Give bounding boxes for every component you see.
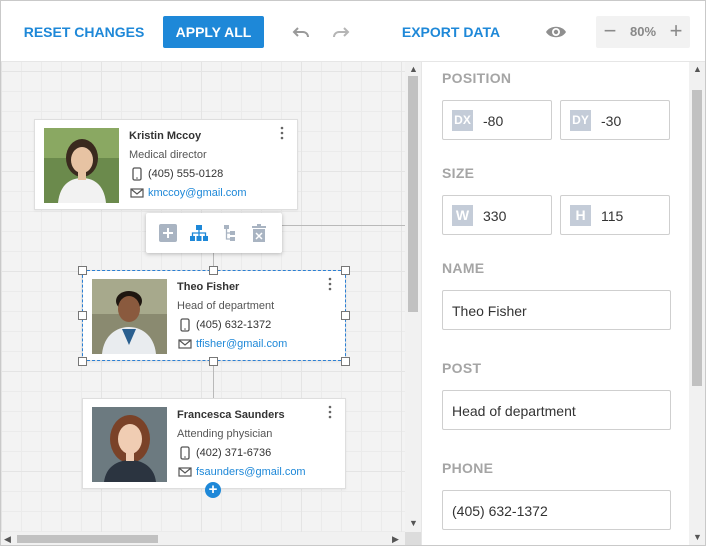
resize-handle[interactable]: [341, 266, 350, 275]
scroll-corner: [405, 532, 421, 545]
avatar: [92, 407, 167, 482]
post-input-value: Head of department: [452, 403, 576, 419]
apply-all-button[interactable]: APPLY ALL: [163, 16, 264, 48]
post-label: POST: [442, 360, 482, 376]
height-value: 115: [601, 208, 624, 224]
zoom-out-button[interactable]: −: [596, 16, 624, 48]
hierarchy-icon[interactable]: [190, 224, 208, 242]
resize-handle[interactable]: [209, 357, 218, 366]
dx-value: -80: [483, 113, 504, 129]
zoom-in-button[interactable]: +: [662, 16, 690, 48]
mail-icon: [130, 186, 144, 200]
resize-handle[interactable]: [78, 357, 87, 366]
width-field[interactable]: W 330: [442, 195, 552, 235]
scroll-thumb[interactable]: [17, 535, 158, 543]
node-toolbar: [146, 213, 282, 253]
name-label: NAME: [442, 260, 485, 276]
width-value: 330: [483, 208, 507, 224]
phone-icon: [178, 446, 192, 460]
resize-handle[interactable]: [341, 357, 350, 366]
eye-icon[interactable]: [545, 21, 567, 43]
dy-field[interactable]: DY -30: [560, 100, 670, 140]
org-card-kristin-mccoy[interactable]: Kristin Mccoy Medical director (405) 555…: [34, 119, 298, 210]
dx-field[interactable]: DX -80: [442, 100, 552, 140]
delete-icon[interactable]: [250, 224, 268, 242]
selection-outline: [82, 270, 346, 361]
redo-icon[interactable]: [330, 21, 352, 43]
card-phone: (402) 371-6736: [196, 447, 272, 459]
name-input[interactable]: Theo Fisher: [442, 290, 671, 330]
undo-icon[interactable]: [290, 21, 312, 43]
phone-icon: [130, 167, 144, 181]
diagram-canvas[interactable]: Kristin Mccoy Medical director (405) 555…: [1, 62, 405, 532]
height-field[interactable]: H 115: [560, 195, 670, 235]
panel-scrollbar[interactable]: ▲ ▼: [689, 62, 705, 545]
card-post: Medical director: [129, 149, 207, 161]
zoom-control: − 80% +: [596, 16, 690, 48]
resize-handle[interactable]: [78, 311, 87, 320]
card-menu-icon[interactable]: [325, 405, 335, 419]
scroll-thumb[interactable]: [408, 76, 418, 312]
w-tag: W: [452, 205, 473, 226]
canvas-horizontal-scrollbar[interactable]: ◀ ▶: [1, 532, 405, 545]
card-email[interactable]: fsaunders@gmail.com: [196, 466, 306, 478]
size-label: SIZE: [442, 165, 475, 181]
app-frame: RESET CHANGES APPLY ALL EXPORT DATA − 80…: [0, 0, 706, 546]
resize-handle[interactable]: [341, 311, 350, 320]
scroll-down-icon[interactable]: ▼: [693, 532, 702, 542]
scroll-up-icon[interactable]: ▲: [409, 64, 418, 74]
dy-tag: DY: [570, 110, 591, 131]
card-phone: (405) 555-0128: [148, 168, 224, 180]
resize-handle[interactable]: [78, 266, 87, 275]
name-input-value: Theo Fisher: [452, 303, 527, 319]
tree-branch-icon[interactable]: [221, 224, 239, 242]
post-input[interactable]: Head of department: [442, 390, 671, 430]
export-data-button[interactable]: EXPORT DATA: [399, 16, 503, 48]
position-label: POSITION: [442, 70, 512, 86]
card-name: Kristin Mccoy: [129, 130, 202, 142]
zoom-level: 80%: [629, 24, 657, 39]
h-tag: H: [570, 205, 591, 226]
card-menu-icon[interactable]: [277, 126, 287, 140]
scroll-left-icon[interactable]: ◀: [4, 534, 11, 544]
dy-value: -30: [601, 113, 622, 129]
avatar: [44, 128, 119, 203]
add-node-icon[interactable]: [159, 224, 177, 242]
scroll-up-icon[interactable]: ▲: [693, 64, 702, 74]
card-name: Francesca Saunders: [177, 409, 285, 421]
scroll-thumb[interactable]: [692, 90, 702, 386]
card-post: Attending physician: [177, 428, 273, 440]
connector-line: [213, 362, 214, 398]
toolbar: RESET CHANGES APPLY ALL EXPORT DATA − 80…: [1, 1, 705, 62]
resize-handle[interactable]: [209, 266, 218, 275]
org-card-francesca-saunders[interactable]: Francesca Saunders Attending physician (…: [82, 398, 346, 489]
canvas-vertical-scrollbar[interactable]: ▲ ▼: [405, 62, 421, 532]
connector-line: [282, 225, 405, 226]
scroll-right-icon[interactable]: ▶: [392, 534, 399, 544]
scroll-down-icon[interactable]: ▼: [409, 518, 418, 528]
phone-input-value: (405) 632-1372: [452, 503, 548, 519]
phone-input[interactable]: (405) 632-1372: [442, 490, 671, 530]
add-child-icon[interactable]: +: [205, 482, 221, 498]
mail-icon: [178, 465, 192, 479]
reset-changes-button[interactable]: RESET CHANGES: [21, 16, 147, 48]
dx-tag: DX: [452, 110, 473, 131]
properties-panel: POSITION DX -80 DY -30 SIZE W 330 H 115 …: [421, 62, 691, 545]
card-email[interactable]: kmccoy@gmail.com: [148, 187, 247, 199]
phone-label: PHONE: [442, 460, 494, 476]
